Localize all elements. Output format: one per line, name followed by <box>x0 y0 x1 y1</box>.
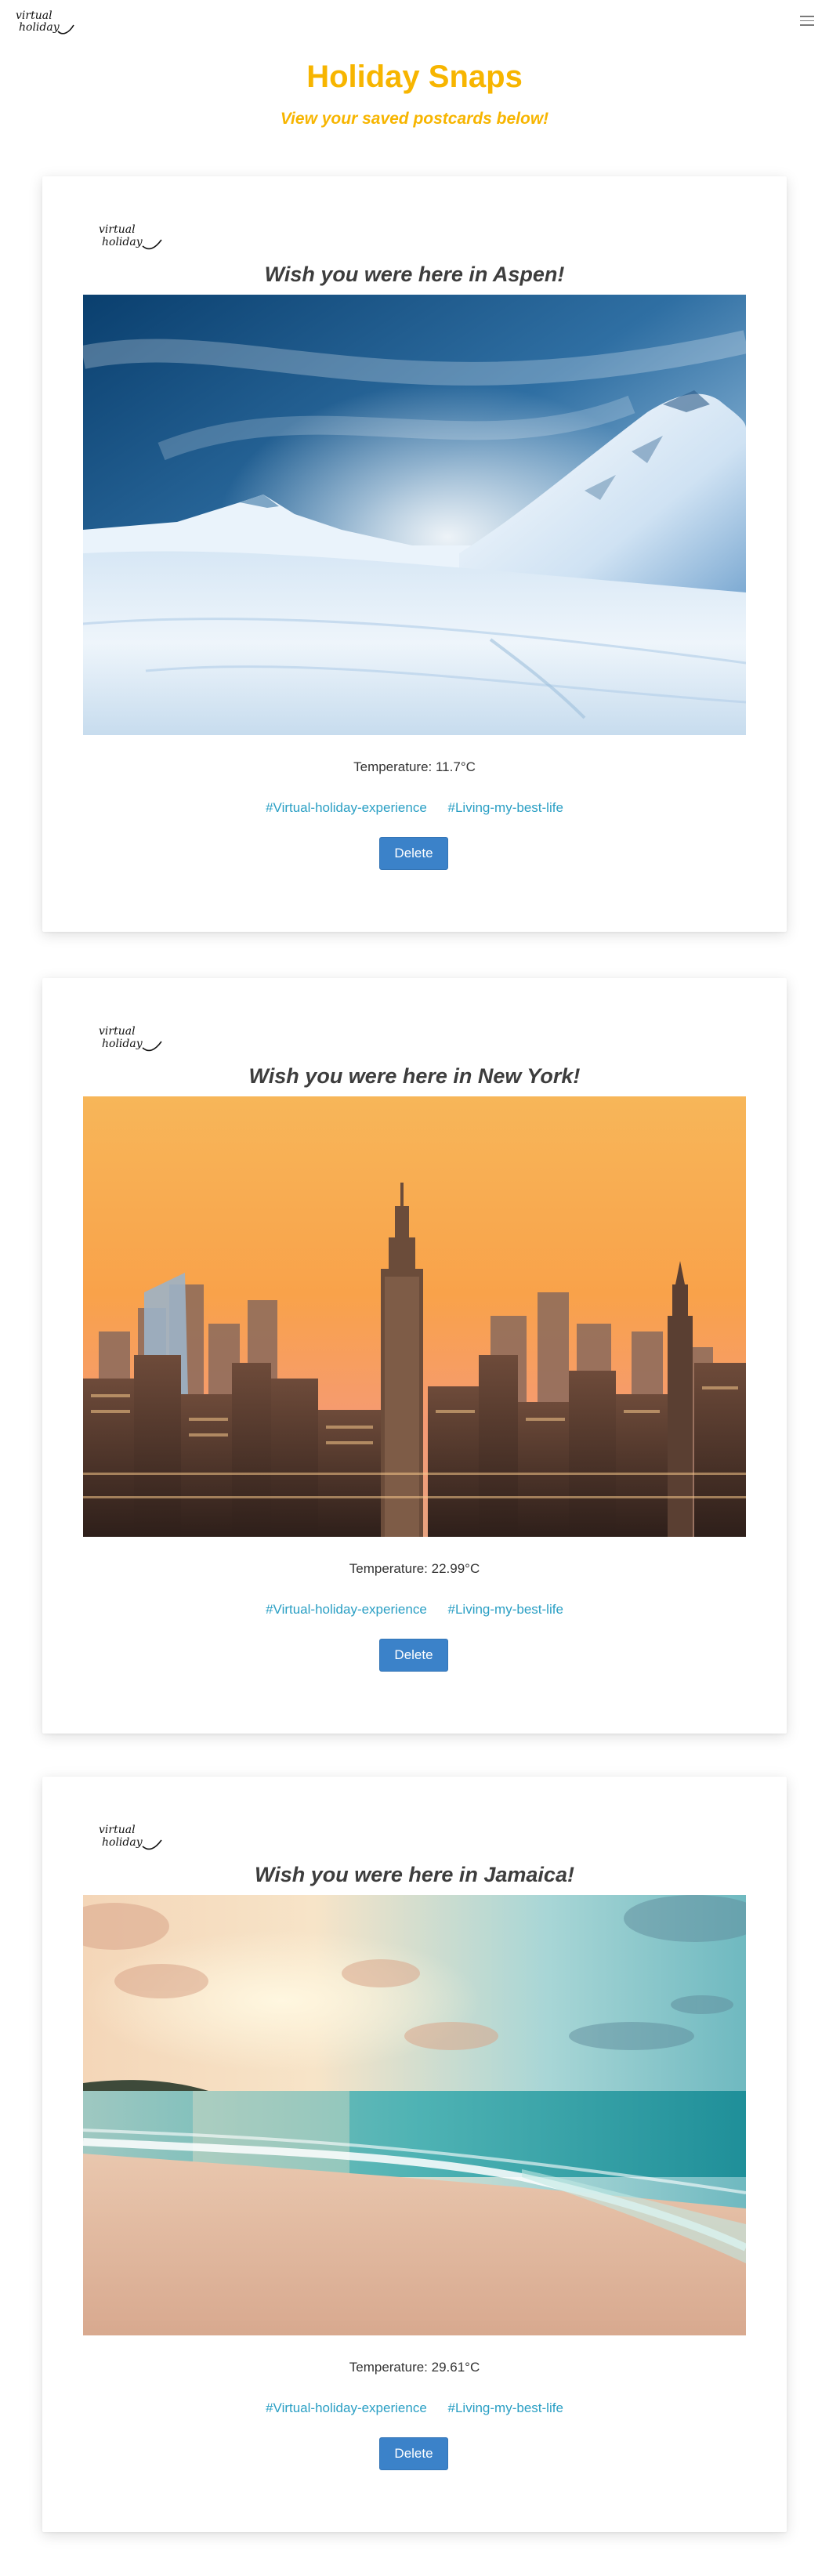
hashtag-link[interactable]: #Virtual-holiday-experience <box>266 800 427 815</box>
svg-text:holiday: holiday <box>19 21 60 34</box>
hashtag-link[interactable]: #Virtual-holiday-experience <box>266 2400 427 2415</box>
svg-text:holiday: holiday <box>102 236 143 248</box>
hashtag-links: #Virtual-holiday-experience #Living-my-b… <box>42 799 787 817</box>
temperature-label: Temperature: 29.61°C <box>349 2360 480 2375</box>
hashtag-links: #Virtual-holiday-experience #Living-my-b… <box>42 2399 787 2418</box>
postcard-card-new-york: virtual holiday Wish you were here in Ne… <box>42 978 787 1734</box>
postcard-card-aspen: virtual holiday Wish you were here in As… <box>42 176 787 932</box>
temperature-label: Temperature: 22.99°C <box>349 1561 480 1576</box>
hashtag-link[interactable]: #Living-my-best-life <box>448 1602 563 1617</box>
navbar: virtual holiday <box>0 0 829 44</box>
hashtag-links: #Virtual-holiday-experience #Living-my-b… <box>42 1600 787 1619</box>
svg-text:virtual: virtual <box>99 223 136 236</box>
postcard-logo: virtual holiday <box>97 1817 163 1857</box>
delete-button[interactable]: Delete <box>379 1639 448 1672</box>
hashtag-link[interactable]: #Virtual-holiday-experience <box>266 1602 427 1617</box>
svg-text:virtual: virtual <box>99 1824 136 1836</box>
page-subtitle: View your saved postcards below! <box>280 110 549 128</box>
postcard-title: Wish you were here in New York! <box>248 1064 581 1088</box>
hashtag-link[interactable]: #Living-my-best-life <box>448 2400 563 2415</box>
postcard-card-jamaica: virtual holiday Wish you were here in Ja… <box>42 1777 787 2532</box>
postcard-title: Wish you were here in Aspen! <box>264 263 565 286</box>
postcard-logo: virtual holiday <box>97 217 163 256</box>
svg-text:holiday: holiday <box>102 1038 143 1050</box>
delete-button[interactable]: Delete <box>379 837 448 870</box>
postcard-title: Wish you were here in Jamaica! <box>255 1863 574 1886</box>
temperature-label: Temperature: 11.7°C <box>353 759 476 774</box>
tropical-beach-sunset-photo <box>83 1895 746 2335</box>
hamburger-icon[interactable] <box>798 13 816 31</box>
delete-button[interactable]: Delete <box>379 2437 448 2470</box>
hashtag-link[interactable]: #Living-my-best-life <box>448 800 563 815</box>
postcard-logo: virtual holiday <box>97 1019 163 1058</box>
svg-text:virtual: virtual <box>16 9 52 22</box>
snowy-mountains-photo <box>83 295 746 735</box>
svg-text:holiday: holiday <box>102 1836 143 1849</box>
svg-text:virtual: virtual <box>99 1025 136 1038</box>
brand-logo[interactable]: virtual holiday <box>14 5 75 39</box>
page-title: Holiday Snaps <box>306 60 523 94</box>
new-york-skyline-photo <box>83 1096 746 1537</box>
